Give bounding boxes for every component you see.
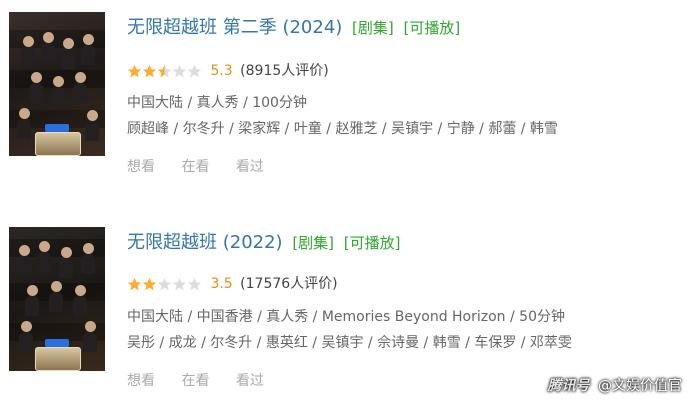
poster-image-2[interactable] (9, 227, 105, 371)
empty-star-icon (172, 64, 187, 77)
empty-star-icon (157, 277, 172, 290)
result-item-1: 无限超越班 第二季 (2024) [剧集] [可播放] 5.3 (8915人评价… (0, 0, 690, 200)
want-watch-button-2[interactable]: 想看 (127, 373, 155, 389)
poster-image-1[interactable] (9, 12, 105, 156)
rating-count-2[interactable]: (17576人评价) (240, 276, 337, 292)
rating-row-2: 3.5 (17576人评价) (127, 273, 338, 295)
watching-button-2[interactable]: 在看 (181, 373, 209, 389)
title-link-1[interactable]: 无限超越班 第二季 (2024) (127, 17, 342, 38)
watched-button-2[interactable]: 看过 (236, 373, 264, 389)
tag-playable-2[interactable]: [可播放] (344, 234, 401, 252)
star-icon (127, 277, 142, 290)
rating-score-2: 3.5 (210, 276, 233, 292)
actions-row-2: 想看 在看 看过 (127, 370, 286, 392)
watched-button-1[interactable]: 看过 (236, 159, 264, 175)
star-icon (127, 64, 142, 77)
title-link-2[interactable]: 无限超越班 (2022) (127, 232, 283, 253)
watching-button-1[interactable]: 在看 (181, 159, 209, 175)
rating-stars-2 (127, 273, 202, 295)
empty-star-icon (172, 277, 187, 290)
watermark-text: @文娱价值官 (598, 378, 682, 394)
meta-info-1: 中国大陆 / 真人秀 / 100分钟 (127, 95, 307, 111)
tag-series-2[interactable]: [剧集] (292, 234, 334, 252)
tag-series-1[interactable]: [剧集] (352, 19, 394, 37)
cast-list-2: 吴彤 / 成龙 / 尔冬升 / 惠英红 / 吴镇宇 / 佘诗曼 / 韩雪 / 车… (127, 335, 572, 351)
rating-count-1[interactable]: (8915人评价) (240, 63, 329, 79)
empty-star-icon (187, 64, 202, 77)
watermark-brand: 腾讯号 (547, 378, 590, 394)
half-star-icon (157, 64, 172, 77)
star-icon (142, 64, 157, 77)
rating-stars-1 (127, 60, 202, 82)
tag-playable-1[interactable]: [可播放] (403, 19, 460, 37)
rating-score-1: 5.3 (210, 63, 233, 79)
title-row-2: 无限超越班 (2022) [剧集] [可播放] (127, 230, 400, 256)
watermark: 腾讯号 @文娱价值官 (548, 375, 682, 395)
rating-row-1: 5.3 (8915人评价) (127, 60, 329, 82)
title-row-1: 无限超越班 第二季 (2024) [剧集] [可播放] (127, 15, 460, 41)
want-watch-button-1[interactable]: 想看 (127, 159, 155, 175)
star-icon (142, 277, 157, 290)
cast-list-1: 顾超峰 / 尔冬升 / 梁家辉 / 叶童 / 赵雅芝 / 吴镇宇 / 宁静 / … (127, 121, 558, 137)
actions-row-1: 想看 在看 看过 (127, 156, 286, 178)
meta-info-2: 中国大陆 / 中国香港 / 真人秀 / Memories Beyond Hori… (127, 309, 565, 325)
empty-star-icon (187, 277, 202, 290)
